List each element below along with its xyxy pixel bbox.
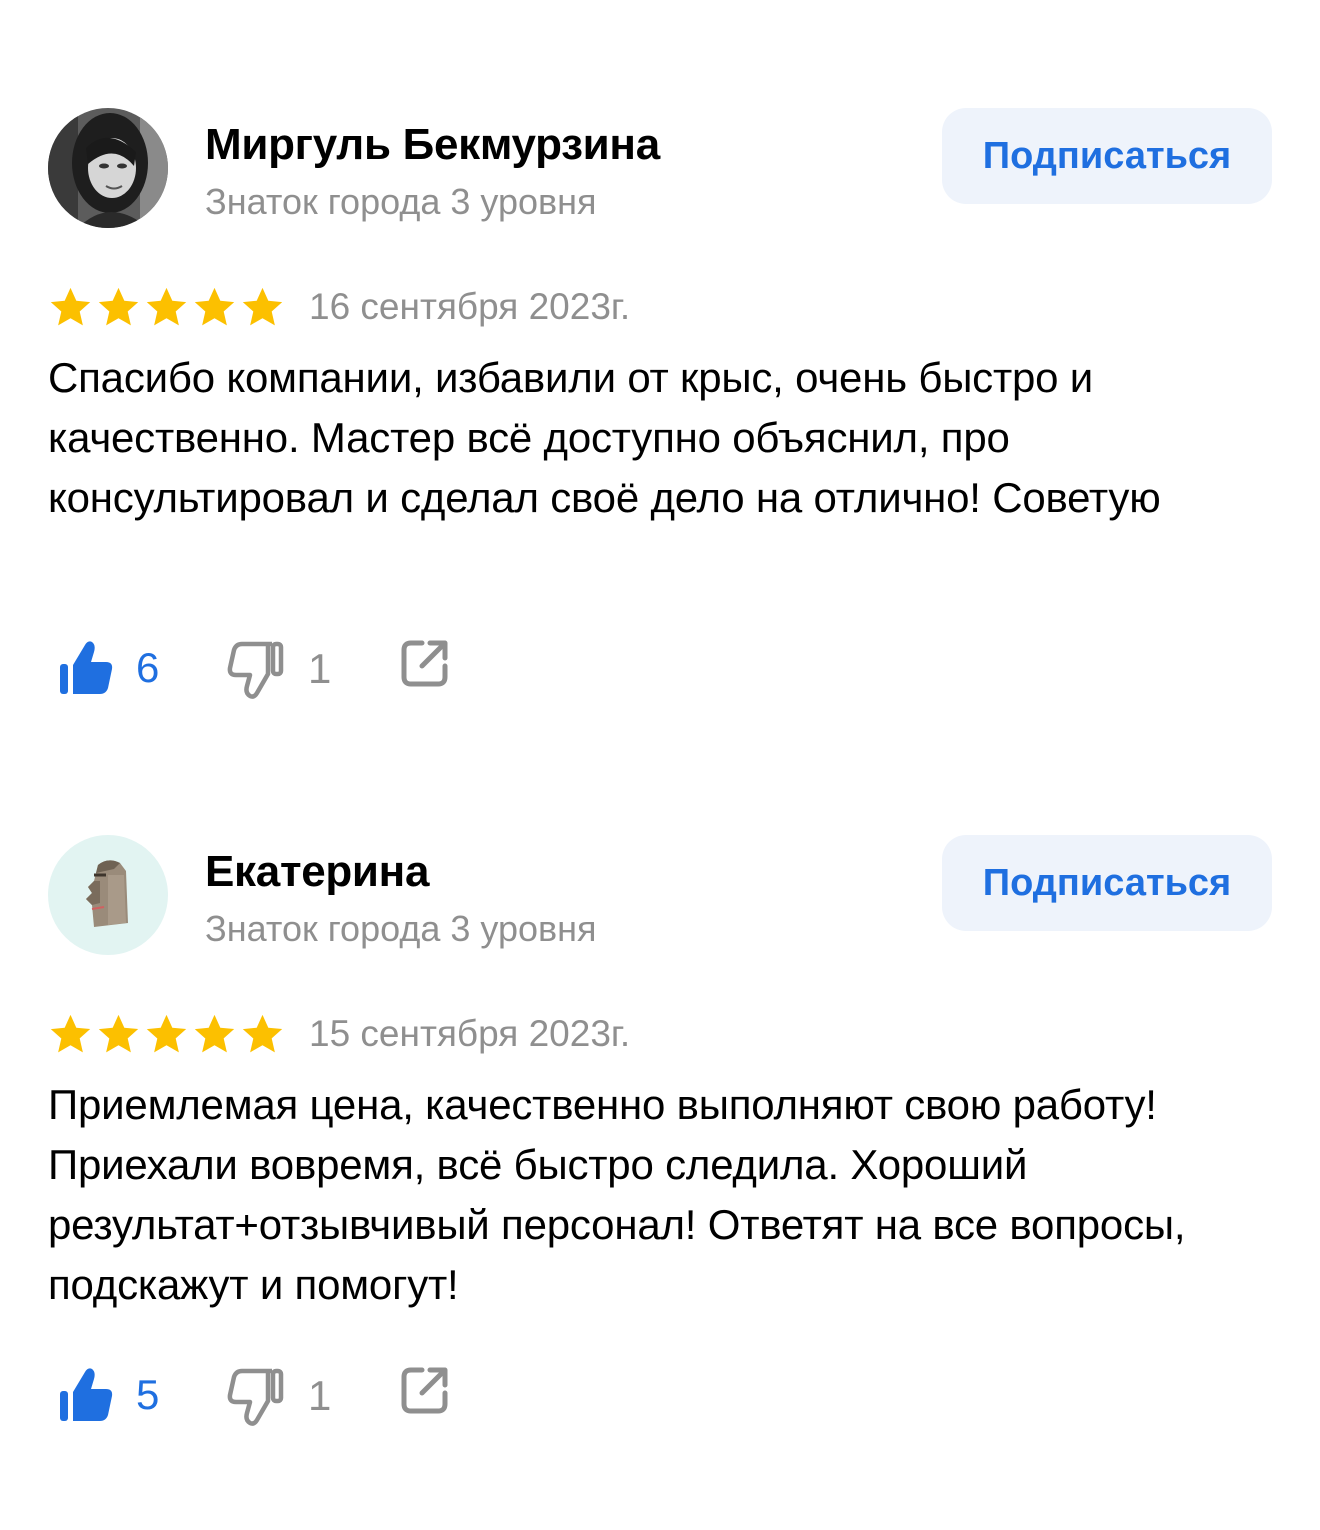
star-icon <box>242 287 283 325</box>
review-text: Спасибо компании, избавили от крыс, очен… <box>48 354 1161 521</box>
author-name[interactable]: Миргуль Бекмурзина <box>205 120 660 170</box>
user-photo-avatar-icon <box>48 108 168 228</box>
share-button[interactable] <box>400 638 450 688</box>
star-icon <box>98 1014 139 1052</box>
subscribe-button[interactable]: Подписаться <box>942 835 1272 931</box>
dislike-button[interactable]: 1 <box>226 1365 331 1427</box>
share-icon <box>401 1367 448 1414</box>
star-icon <box>98 287 139 325</box>
thumbs-up-icon <box>60 641 113 694</box>
dislike-count: 1 <box>308 645 332 692</box>
share-icon <box>401 640 448 687</box>
thumbs-down-icon <box>227 641 284 699</box>
author-level: Знаток города 3 уровня <box>205 181 597 222</box>
dislike-button[interactable]: 1 <box>226 638 331 700</box>
review-text: Приемлемая цена, качественно выполняют с… <box>48 1081 1186 1308</box>
star-icon <box>194 1014 235 1052</box>
review-card: Екатерина Знаток города 3 уровня Подписа… <box>48 835 1272 1475</box>
like-count: 6 <box>136 644 160 691</box>
avatar[interactable] <box>48 835 168 955</box>
share-button[interactable] <box>400 1365 450 1415</box>
review-date: 16 сентября 2023г. <box>309 286 631 327</box>
review-card: Миргуль Бекмурзина Знаток города 3 уровн… <box>48 108 1272 748</box>
moai-statue-avatar-icon <box>48 835 168 955</box>
star-icon <box>194 287 235 325</box>
author-name[interactable]: Екатерина <box>205 847 429 897</box>
star-icon <box>242 1014 283 1052</box>
thumbs-down-icon <box>227 1368 284 1426</box>
rating-stars <box>48 285 285 330</box>
like-count: 5 <box>136 1371 160 1418</box>
review-date: 15 сентября 2023г. <box>309 1013 631 1054</box>
author-level: Знаток города 3 уровня <box>205 908 597 949</box>
star-icon <box>146 1014 187 1052</box>
star-icon <box>50 1014 91 1052</box>
dislike-count: 1 <box>308 1372 332 1419</box>
star-icon <box>146 287 187 325</box>
star-icon <box>50 287 91 325</box>
rating-row: 16 сентября 2023г. <box>48 285 630 329</box>
avatar[interactable] <box>48 108 168 228</box>
rating-stars <box>48 1012 285 1057</box>
thumbs-up-icon <box>60 1368 113 1421</box>
subscribe-button[interactable]: Подписаться <box>942 108 1272 204</box>
rating-row: 15 сентября 2023г. <box>48 1012 630 1056</box>
like-button[interactable]: 5 <box>58 1365 159 1425</box>
like-button[interactable]: 6 <box>58 638 159 698</box>
